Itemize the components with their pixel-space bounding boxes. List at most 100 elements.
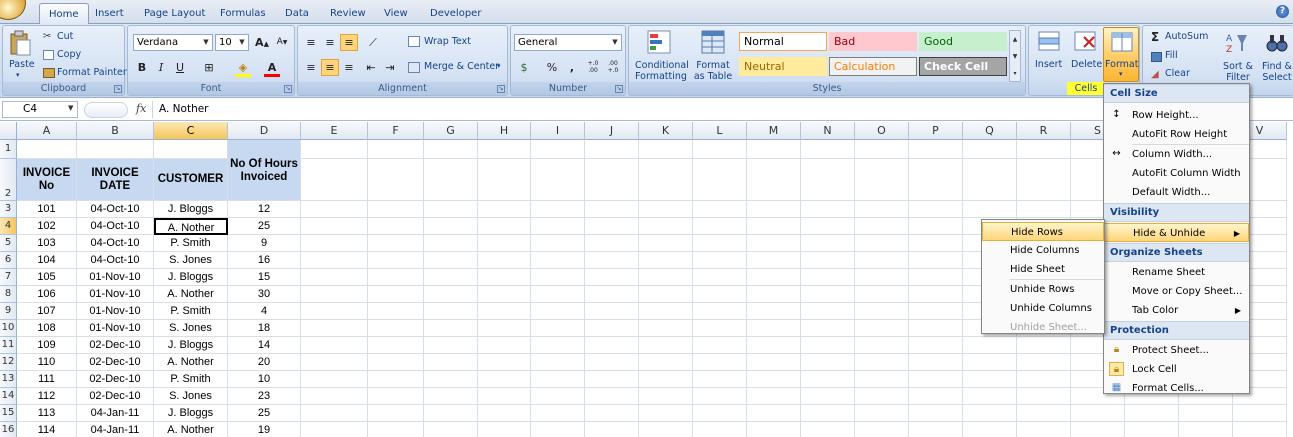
empty-cell[interactable] <box>301 252 368 269</box>
empty-cell[interactable] <box>1017 405 1071 422</box>
currency-icon[interactable]: $ <box>515 59 533 76</box>
empty-cell[interactable] <box>1179 405 1233 422</box>
clipboard-launcher-icon[interactable]: ↘ <box>114 85 122 93</box>
table-cell[interactable]: 102 <box>17 218 77 235</box>
column-header-k[interactable]: K <box>639 122 693 140</box>
empty-cell[interactable] <box>478 371 531 388</box>
shrink-font-icon[interactable]: A▼ <box>273 34 291 51</box>
empty-cell[interactable] <box>478 388 531 405</box>
table-cell[interactable]: A. Nother <box>154 286 228 303</box>
empty-cell[interactable] <box>585 337 639 354</box>
empty-cell[interactable] <box>478 354 531 371</box>
column-header-c[interactable]: C <box>154 122 228 140</box>
empty-cell[interactable] <box>531 422 585 437</box>
empty-cell[interactable] <box>747 140 801 159</box>
empty-cell[interactable] <box>801 201 855 218</box>
menu-item-format-cells[interactable]: ▦ Format Cells... <box>1104 379 1249 398</box>
empty-cell[interactable] <box>855 337 909 354</box>
empty-cell[interactable] <box>424 422 478 437</box>
empty-cell[interactable] <box>909 159 963 201</box>
empty-cell[interactable] <box>368 159 424 201</box>
empty-cell[interactable] <box>478 252 531 269</box>
empty-cell[interactable] <box>747 252 801 269</box>
empty-cell[interactable] <box>909 337 963 354</box>
empty-cell[interactable] <box>693 303 747 320</box>
empty-cell[interactable] <box>801 303 855 320</box>
clear-button[interactable]: Clear <box>1165 68 1190 79</box>
empty-cell[interactable] <box>909 405 963 422</box>
autosum-button[interactable]: AutoSum <box>1165 31 1208 42</box>
styles-scroll-icon[interactable]: ▲ ▼ ▾ <box>1009 30 1021 82</box>
table-cell[interactable]: 01-Nov-10 <box>77 269 154 286</box>
column-header-r[interactable]: R <box>1017 122 1071 140</box>
empty-cell[interactable] <box>478 235 531 252</box>
empty-cell[interactable] <box>585 269 639 286</box>
empty-cell[interactable] <box>639 269 693 286</box>
active-cell[interactable]: A. Nother <box>154 218 228 235</box>
column-header-a[interactable]: A <box>17 122 77 140</box>
empty-cell[interactable] <box>693 235 747 252</box>
tab-home[interactable]: Home <box>35 0 93 27</box>
empty-cell[interactable] <box>801 422 855 437</box>
empty-cell[interactable] <box>301 320 368 337</box>
empty-cell[interactable] <box>368 252 424 269</box>
empty-cell[interactable] <box>963 388 1017 405</box>
increase-decimal-icon[interactable]: +.0 .00 <box>584 59 602 76</box>
row-header-11[interactable]: 11 <box>0 337 17 354</box>
empty-cell[interactable] <box>1017 388 1071 405</box>
empty-cell[interactable] <box>368 218 424 235</box>
empty-cell[interactable] <box>531 235 585 252</box>
row-header-12[interactable]: 12 <box>0 354 17 371</box>
column-header-d[interactable]: D <box>228 122 301 140</box>
empty-cell[interactable] <box>1017 337 1071 354</box>
menu-item-hide-rows[interactable]: Hide Rows <box>982 222 1104 241</box>
empty-cell[interactable] <box>424 252 478 269</box>
empty-cell[interactable] <box>424 354 478 371</box>
empty-cell[interactable] <box>639 371 693 388</box>
empty-cell[interactable] <box>639 320 693 337</box>
empty-cell[interactable] <box>963 140 1017 159</box>
empty-cell[interactable] <box>585 422 639 437</box>
style-normal[interactable]: Normal <box>739 32 827 51</box>
empty-cell[interactable] <box>368 388 424 405</box>
borders-icon[interactable]: ⊞ <box>200 59 218 76</box>
empty-cell[interactable] <box>585 320 639 337</box>
empty-cell[interactable] <box>693 422 747 437</box>
table-cell[interactable]: J. Bloggs <box>154 201 228 218</box>
empty-cell[interactable] <box>585 286 639 303</box>
empty-cell[interactable] <box>693 269 747 286</box>
menu-item-protect-sheet[interactable]: 🔒︎ Protect Sheet... <box>1104 341 1249 360</box>
table-header-cell[interactable]: INVOICE No <box>17 159 77 201</box>
empty-cell[interactable] <box>855 252 909 269</box>
fill-button[interactable]: Fill <box>1165 50 1178 61</box>
empty-cell[interactable] <box>639 218 693 235</box>
empty-cell[interactable] <box>424 286 478 303</box>
empty-cell[interactable] <box>531 320 585 337</box>
empty-cell[interactable] <box>747 303 801 320</box>
empty-cell[interactable] <box>639 388 693 405</box>
tab-data[interactable]: Data <box>285 5 309 24</box>
table-cell[interactable]: 04-Oct-10 <box>77 218 154 235</box>
empty-cell[interactable] <box>301 354 368 371</box>
empty-cell[interactable] <box>801 371 855 388</box>
row-header-10[interactable]: 10 <box>0 320 17 337</box>
column-header-f[interactable]: F <box>368 122 424 140</box>
empty-cell[interactable] <box>585 159 639 201</box>
table-cell[interactable]: 19 <box>228 422 301 437</box>
empty-cell[interactable] <box>424 218 478 235</box>
number-launcher-icon[interactable]: ↘ <box>615 85 623 93</box>
align-bottom-icon[interactable]: ≡ <box>340 34 358 51</box>
empty-cell[interactable] <box>531 159 585 201</box>
empty-cell[interactable] <box>478 201 531 218</box>
empty-cell[interactable] <box>801 337 855 354</box>
empty-cell[interactable] <box>855 235 909 252</box>
insert-button[interactable]: Insert <box>1035 59 1062 70</box>
row-header-9[interactable]: 9 <box>0 303 17 320</box>
empty-cell[interactable] <box>531 388 585 405</box>
column-header-n[interactable]: N <box>801 122 855 140</box>
tab-formulas[interactable]: Formulas <box>220 5 266 24</box>
underline-button[interactable]: U <box>171 59 189 76</box>
column-header-o[interactable]: O <box>855 122 909 140</box>
table-cell[interactable]: 04-Oct-10 <box>77 235 154 252</box>
empty-cell[interactable] <box>747 159 801 201</box>
